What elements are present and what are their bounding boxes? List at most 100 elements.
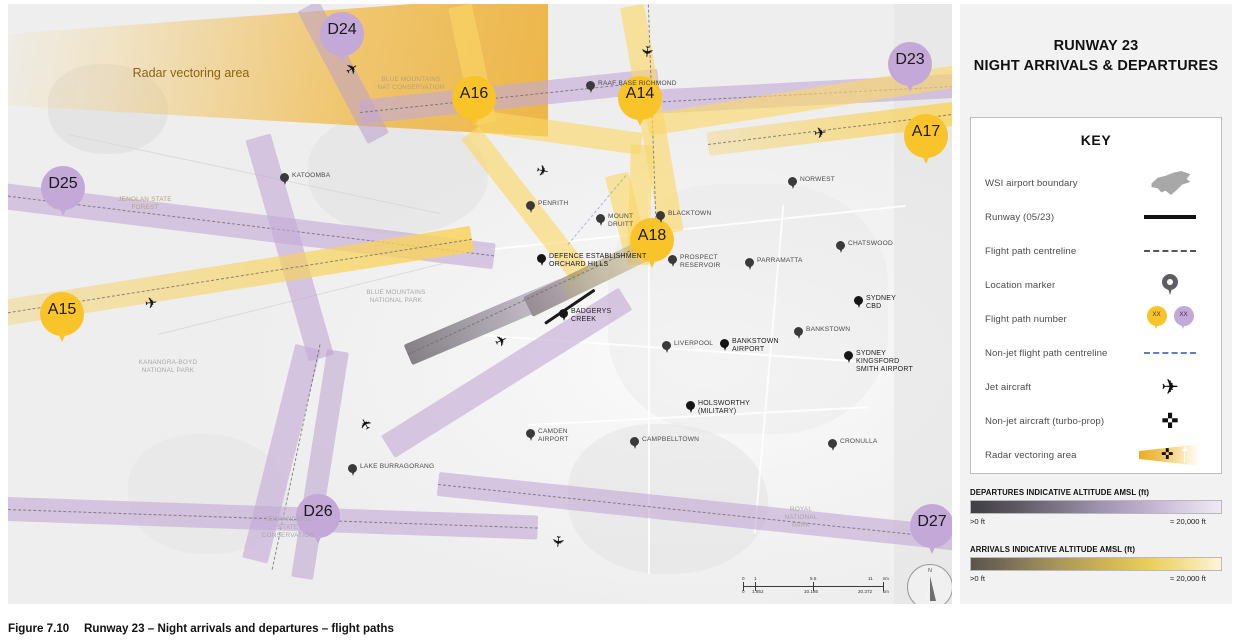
place-marker-blacktown: BLACKTOWN	[656, 210, 711, 223]
place-label: CAMDEN AIRPORT	[538, 428, 569, 443]
place-label: BANKSTOWN AIRPORT	[732, 338, 779, 353]
runway-line-icon	[1144, 215, 1196, 219]
scale-km-unit: km	[882, 589, 889, 594]
location-marker-icon	[788, 177, 797, 189]
place-label: LAKE BURRAGORANG	[360, 463, 435, 470]
place-marker-norwest: NORWEST	[788, 176, 835, 189]
flight-path-marker-D23[interactable]: D23	[888, 42, 932, 98]
place-marker-sydney-cbd: SYDNEY CBD	[854, 295, 896, 311]
place-marker-holsworthy: HOLSWORTHY (MILITARY)	[686, 400, 750, 416]
arrival-pin-sample: XX	[1146, 306, 1167, 332]
key-item-label: Runway (05/23)	[985, 211, 1055, 223]
marker-label: D25	[48, 175, 78, 192]
marker-label: A14	[625, 85, 655, 102]
park-label: KANANGRA-BOYD NATIONAL PARK	[138, 359, 198, 374]
place-marker-penrith: PENRITH	[526, 200, 568, 213]
departures-scale-legend: >0 ft ≈ 20,000 ft	[970, 517, 1222, 526]
key-item-runway: Runway (05/23)	[985, 200, 1207, 234]
place-marker-prospect-reservoir: PROSPECT RESERVOIR	[668, 254, 721, 269]
place-marker-lake-burragorang: LAKE BURRAGORANG	[348, 463, 434, 476]
dashed-centreline-icon	[1144, 250, 1196, 252]
location-marker-icon	[526, 201, 535, 213]
arrivals-gradient-bar	[970, 557, 1222, 571]
arrivals-altitude-scale: ARRIVALS INDICATIVE ALTITUDE AMSL (ft) >…	[970, 545, 1222, 583]
location-marker-icon	[559, 309, 568, 321]
place-label: CAMPBELLTOWN	[642, 436, 700, 443]
marker-label: A17	[911, 123, 941, 140]
jet-aircraft-icon: ✈	[1161, 375, 1179, 399]
key-item-non-jet-centreline: Non-jet flight path centreline	[985, 336, 1207, 370]
marker-label: D26	[303, 503, 333, 520]
park-label: BLUE MOUNTAINS NATIONAL PARK	[366, 289, 426, 304]
park-label: JENOLAN STATE FOREST	[118, 196, 172, 211]
place-label: NORWEST	[800, 176, 835, 183]
flight-path-marker-D27[interactable]: D27	[910, 504, 952, 560]
key-item-flight-path-number: Flight path number XX XX	[985, 302, 1207, 336]
key-item-icon	[1133, 166, 1207, 200]
flight-path-marker-D24[interactable]: D24	[320, 12, 364, 68]
radar-vectoring-label: Radar vectoring area	[132, 66, 250, 80]
place-marker-badgerys-creek: BADGERYS CREEK	[559, 308, 611, 324]
location-marker-icon	[1162, 274, 1178, 296]
blue-dashed-centreline-icon	[1144, 352, 1196, 354]
flight-path-map[interactable]: Radar vectoring area ✈ ✈ ✈ ✈ ✈ ✈ ✈ ✈ D24…	[8, 4, 952, 604]
place-label: BLACKTOWN	[668, 210, 712, 217]
key-item-wsi-airport-boundary: WSI airport boundary	[985, 166, 1207, 200]
place-label: KATOOMBA	[292, 172, 331, 179]
departures-scale-title: DEPARTURES INDICATIVE ALTITUDE AMSL (ft)	[970, 488, 1150, 497]
scale-km-label: 10.186	[804, 589, 819, 594]
departures-scale-max: ≈ 20,000 ft	[1170, 517, 1206, 526]
key-item-label: Flight path number	[985, 313, 1067, 325]
location-marker-icon	[596, 214, 605, 226]
location-marker-icon	[656, 211, 665, 223]
arrivals-scale-min: >0 ft	[970, 574, 985, 583]
location-marker-icon	[348, 464, 357, 476]
key-item-label: Flight path centreline	[985, 245, 1077, 257]
place-label: HOLSWORTHY (MILITARY)	[698, 400, 751, 415]
place-label: CHATSWOOD	[848, 240, 893, 247]
compass-north-label: N	[928, 568, 932, 574]
scale-km-label: 1.852	[752, 589, 764, 594]
key-item-jet-aircraft: Jet aircraft ✈	[985, 370, 1207, 404]
place-label: BADGERYS CREEK	[571, 308, 612, 323]
location-marker-icon	[668, 255, 677, 267]
marker-label: D27	[917, 513, 947, 530]
key-item-label: Location marker	[985, 279, 1056, 291]
marker-label: A15	[47, 301, 77, 318]
compass-rose-icon: N	[907, 564, 952, 604]
flight-path-marker-A16[interactable]: A16	[452, 76, 496, 132]
key-item-icon: XX XX	[1133, 302, 1207, 336]
jet-aircraft-icon: ✈	[813, 124, 828, 143]
place-label: BANKSTOWN	[806, 326, 851, 333]
figure-container: Radar vectoring area ✈ ✈ ✈ ✈ ✈ ✈ ✈ ✈ D24…	[0, 0, 1241, 643]
airport-boundary-icon	[1151, 171, 1191, 195]
scale-nm-label: 11	[868, 576, 873, 581]
key-panel: KEY WSI airport boundary Runway (05/23) …	[970, 117, 1222, 474]
key-item-icon	[1133, 234, 1207, 268]
key-item-icon: ✜	[1133, 404, 1207, 438]
marker-label: A18	[637, 227, 667, 244]
key-item-flight-path-centreline: Flight path centreline	[985, 234, 1207, 268]
jet-aircraft-icon: ✈	[143, 294, 159, 313]
park-label: BLUE MOUNTAINS NAT CONSERVATION	[377, 76, 445, 91]
place-label: SYDNEY KINGSFORD SMITH AIRPORT	[856, 350, 913, 373]
key-item-icon: ✜	[1133, 438, 1207, 472]
figure-number: Figure 7.10	[8, 622, 70, 635]
key-item-icon: ✈	[1133, 370, 1207, 404]
flight-path-marker-A15[interactable]: A15	[40, 292, 84, 348]
key-heading: KEY	[1080, 132, 1112, 148]
marker-label: D23	[895, 51, 925, 68]
arrivals-scale-legend: >0 ft ≈ 20,000 ft	[970, 574, 1222, 583]
terrain-shape	[308, 114, 488, 234]
place-label: PROSPECT RESERVOIR	[680, 254, 721, 269]
marker-label: D24	[327, 21, 357, 38]
sidebar-title-line1: RUNWAY 23	[1053, 38, 1139, 54]
scale-nm-unit: nm	[882, 576, 889, 581]
map-scale-bar: 0 1 5.5 11 nm 0 1.852 10.186 20.372 km	[739, 576, 889, 598]
flight-path-marker-A14[interactable]: A14	[618, 76, 662, 132]
location-marker-icon	[686, 401, 695, 413]
flight-path-marker-A17[interactable]: A17	[904, 114, 948, 170]
jet-aircraft-icon: ✈	[548, 534, 567, 549]
flight-path-marker-D25[interactable]: D25	[41, 166, 85, 222]
arrow-updown-icon	[1181, 447, 1188, 463]
